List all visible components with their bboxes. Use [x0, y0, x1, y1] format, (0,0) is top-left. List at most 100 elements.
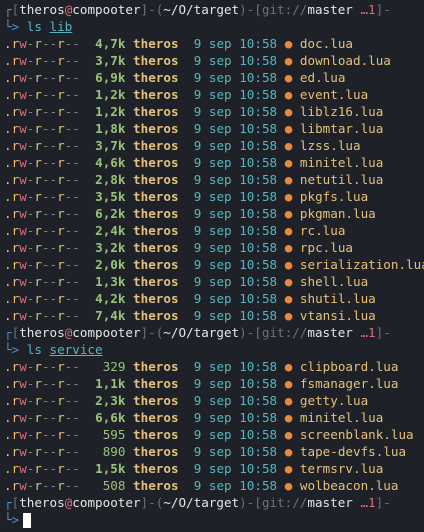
- prompt-git-status: …1: [360, 2, 376, 17]
- file-row[interactable]: .rw-r--r-- 3,7k theros 9 sep 10:58 ● lzs…: [4, 137, 424, 154]
- text-cursor[interactable]: [23, 513, 32, 528]
- file-date: 9 sep 10:58: [193, 308, 278, 323]
- file-date: 9 sep 10:58: [193, 155, 278, 170]
- terminal-window[interactable]: ┌[theros@compooter]-(~/O/target)-[git://…: [0, 0, 424, 532]
- file-permissions: .rw-r--r--: [4, 274, 80, 289]
- file-permissions: .rw-r--r--: [4, 444, 80, 459]
- file-owner: theros: [133, 427, 179, 442]
- file-name[interactable]: termsrv.lua: [300, 461, 383, 476]
- file-size: 1,5k: [87, 461, 126, 476]
- file-name[interactable]: clipboard.lua: [300, 359, 399, 374]
- file-date: 9 sep 10:58: [193, 240, 278, 255]
- file-row[interactable]: .rw-r--r-- 2,3k theros 9 sep 10:58 ● get…: [4, 392, 424, 409]
- file-size: 6,6k: [87, 410, 126, 425]
- file-permissions: .rw-r--r--: [4, 223, 80, 238]
- file-name[interactable]: event.lua: [300, 87, 368, 102]
- prompt-line: ┌[theros@compooter]-(~/O/target)-[git://…: [4, 325, 391, 340]
- file-owner: theros: [133, 155, 179, 170]
- file-row[interactable]: .rw-r--r-- 2,8k theros 9 sep 10:58 ● net…: [4, 171, 424, 188]
- file-date: 9 sep 10:58: [193, 461, 278, 476]
- file-name[interactable]: getty.lua: [300, 393, 368, 408]
- file-name[interactable]: download.lua: [300, 53, 391, 68]
- file-name[interactable]: doc.lua: [300, 36, 353, 51]
- file-name[interactable]: minitel.lua: [300, 155, 383, 170]
- file-size: 508: [87, 478, 126, 493]
- file-size: 4,6k: [87, 155, 126, 170]
- file-row[interactable]: .rw-r--r-- 595 theros 9 sep 10:58 ● scre…: [4, 426, 424, 443]
- file-name[interactable]: liblz16.lua: [300, 104, 383, 119]
- file-row[interactable]: .rw-r--r-- 4,7k theros 9 sep 10:58 ● doc…: [4, 35, 424, 52]
- file-permissions: .rw-r--r--: [4, 461, 80, 476]
- file-permissions: .rw-r--r--: [4, 172, 80, 187]
- file-row[interactable]: .rw-r--r-- 6,6k theros 9 sep 10:58 ● min…: [4, 409, 424, 426]
- file-owner: theros: [133, 138, 179, 153]
- file-row[interactable]: .rw-r--r-- 2,0k theros 9 sep 10:58 ● ser…: [4, 256, 424, 273]
- file-owner: theros: [133, 478, 179, 493]
- file-date: 9 sep 10:58: [193, 53, 278, 68]
- command-line[interactable]: └> ls service: [4, 341, 424, 358]
- file-row[interactable]: .rw-r--r-- 508 theros 9 sep 10:58 ● wolb…: [4, 477, 424, 494]
- file-row[interactable]: .rw-r--r-- 6,9k theros 9 sep 10:58 ● ed.…: [4, 69, 424, 86]
- file-row[interactable]: .rw-r--r-- 1,1k theros 9 sep 10:58 ● fsm…: [4, 375, 424, 392]
- file-row[interactable]: .rw-r--r-- 3,5k theros 9 sep 10:58 ● pkg…: [4, 188, 424, 205]
- file-date: 9 sep 10:58: [193, 257, 278, 272]
- file-name[interactable]: wolbeacon.lua: [300, 478, 399, 493]
- file-row[interactable]: .rw-r--r-- 4,6k theros 9 sep 10:58 ● min…: [4, 154, 424, 171]
- file-row[interactable]: .rw-r--r-- 7,4k theros 9 sep 10:58 ● vta…: [4, 307, 424, 324]
- file-name[interactable]: screenblank.lua: [300, 427, 414, 442]
- file-name[interactable]: fsmanager.lua: [300, 376, 399, 391]
- file-name[interactable]: vtansi.lua: [300, 308, 376, 323]
- file-owner: theros: [133, 410, 179, 425]
- prompt-git-status: …1: [360, 325, 376, 340]
- file-owner: theros: [133, 240, 179, 255]
- file-date: 9 sep 10:58: [193, 104, 278, 119]
- file-name[interactable]: ed.lua: [300, 70, 346, 85]
- file-row[interactable]: .rw-r--r-- 1,3k theros 9 sep 10:58 ● she…: [4, 273, 424, 290]
- file-name[interactable]: pkgman.lua: [300, 206, 376, 221]
- command-argument[interactable]: service: [50, 342, 103, 357]
- file-row[interactable]: .rw-r--r-- 329 theros 9 sep 10:58 ● clip…: [4, 358, 424, 375]
- file-size: 3,2k: [87, 240, 126, 255]
- file-name[interactable]: serialization.lua: [300, 257, 424, 272]
- file-row[interactable]: .rw-r--r-- 1,2k theros 9 sep 10:58 ● eve…: [4, 86, 424, 103]
- file-row[interactable]: .rw-r--r-- 3,2k theros 9 sep 10:58 ● rpc…: [4, 239, 424, 256]
- command-argument[interactable]: lib: [50, 19, 73, 34]
- file-name[interactable]: rc.lua: [300, 223, 346, 238]
- file-row[interactable]: .rw-r--r-- 1,8k theros 9 sep 10:58 ● lib…: [4, 120, 424, 137]
- file-permissions: .rw-r--r--: [4, 155, 80, 170]
- file-row[interactable]: .rw-r--r-- 1,2k theros 9 sep 10:58 ● lib…: [4, 103, 424, 120]
- file-date: 9 sep 10:58: [193, 427, 278, 442]
- prompt-user: theros: [19, 495, 65, 510]
- prompt-line: ┌[theros@compooter]-(~/O/target)-[git://…: [4, 495, 391, 510]
- file-owner: theros: [133, 257, 179, 272]
- input-line[interactable]: └>: [4, 511, 424, 528]
- file-name[interactable]: netutil.lua: [300, 172, 383, 187]
- file-row[interactable]: .rw-r--r-- 2,4k theros 9 sep 10:58 ● rc.…: [4, 222, 424, 239]
- prompt-host: compooter: [72, 2, 141, 17]
- file-name[interactable]: pkgfs.lua: [300, 189, 368, 204]
- file-permissions: .rw-r--r--: [4, 121, 80, 136]
- file-name[interactable]: tape-devfs.lua: [300, 444, 406, 459]
- file-date: 9 sep 10:58: [193, 172, 278, 187]
- file-permissions: .rw-r--r--: [4, 104, 80, 119]
- file-name[interactable]: minitel.lua: [300, 410, 383, 425]
- file-owner: theros: [133, 223, 179, 238]
- command-name: ls: [26, 342, 42, 357]
- file-row[interactable]: .rw-r--r-- 1,5k theros 9 sep 10:58 ● ter…: [4, 460, 424, 477]
- file-name[interactable]: libmtar.lua: [300, 121, 383, 136]
- file-name[interactable]: shell.lua: [300, 274, 368, 289]
- command-line[interactable]: └> ls lib: [4, 18, 424, 35]
- file-row[interactable]: .rw-r--r-- 3,7k theros 9 sep 10:58 ● dow…: [4, 52, 424, 69]
- file-date: 9 sep 10:58: [193, 376, 278, 391]
- file-name[interactable]: lzss.lua: [300, 138, 361, 153]
- file-row[interactable]: .rw-r--r-- 4,2k theros 9 sep 10:58 ● shu…: [4, 290, 424, 307]
- file-owner: theros: [133, 393, 179, 408]
- file-row[interactable]: .rw-r--r-- 6,2k theros 9 sep 10:58 ● pkg…: [4, 205, 424, 222]
- prompt-branch: master: [307, 325, 353, 340]
- file-name[interactable]: shutil.lua: [300, 291, 376, 306]
- file-permissions: .rw-r--r--: [4, 240, 80, 255]
- file-permissions: .rw-r--r--: [4, 70, 80, 85]
- file-name[interactable]: rpc.lua: [300, 240, 353, 255]
- file-row[interactable]: .rw-r--r-- 890 theros 9 sep 10:58 ● tape…: [4, 443, 424, 460]
- prompt-user: theros: [19, 2, 65, 17]
